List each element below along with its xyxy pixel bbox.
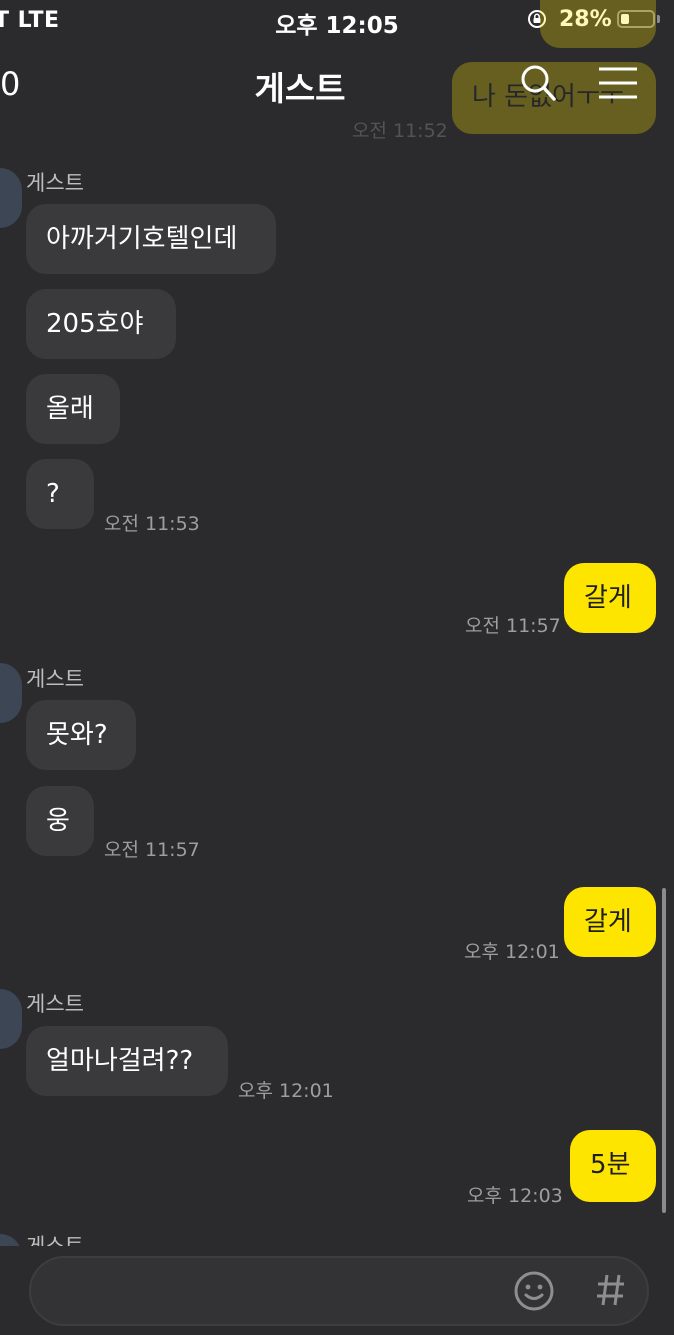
- emoji-icon[interactable]: [513, 1270, 555, 1312]
- avatar[interactable]: [0, 989, 22, 1049]
- chat-title: 게스트: [254, 69, 346, 108]
- incoming-message[interactable]: 얼마나걸려??: [26, 1026, 228, 1096]
- incoming-message[interactable]: 올래: [26, 374, 120, 444]
- message-time: 오후 12:01: [238, 1080, 334, 1102]
- sender-name: 게스트: [26, 171, 84, 195]
- message-time: 오후 12:01: [464, 941, 560, 963]
- scrollbar[interactable]: [662, 888, 666, 1213]
- avatar[interactable]: [0, 663, 22, 723]
- incoming-message[interactable]: 웅: [26, 786, 94, 856]
- ghost-message-bubble-top: [540, 0, 656, 48]
- incoming-message[interactable]: ?: [26, 459, 94, 529]
- sender-name: 게스트: [26, 667, 84, 691]
- battery-tip: [657, 15, 660, 23]
- incoming-message[interactable]: 205호야: [26, 289, 176, 359]
- incoming-message[interactable]: 못와?: [26, 700, 136, 770]
- outgoing-message[interactable]: 5분: [570, 1130, 656, 1202]
- outgoing-message[interactable]: 갈게: [564, 563, 656, 633]
- message-time: 오전 11:57: [465, 615, 561, 637]
- ghost-message-time: 오전 11:52: [352, 120, 448, 142]
- menu-icon[interactable]: [597, 66, 639, 100]
- hash-icon[interactable]: [596, 1273, 626, 1307]
- incoming-message[interactable]: 아까거기호텔인데: [26, 204, 276, 274]
- sender-name: 게스트: [26, 992, 84, 1016]
- message-input[interactable]: [29, 1256, 649, 1326]
- avatar[interactable]: [0, 168, 22, 228]
- outgoing-message[interactable]: 갈게: [564, 887, 656, 957]
- message-time: 오전 11:53: [104, 513, 200, 535]
- search-icon[interactable]: [519, 63, 557, 103]
- message-time: 오후 12:03: [467, 1185, 563, 1207]
- message-time: 오전 11:57: [104, 839, 200, 861]
